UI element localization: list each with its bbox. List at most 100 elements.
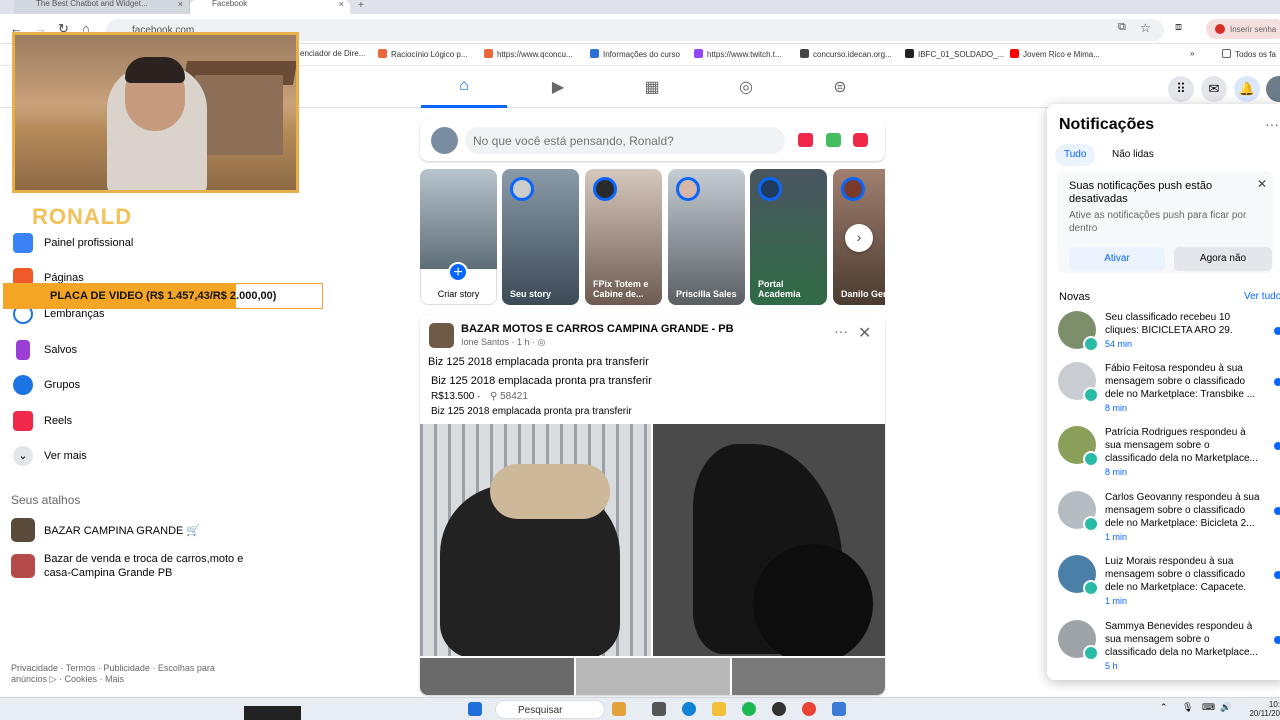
notification-item[interactable]: Carlos Geovanny respondeu à sua mensagem… (1058, 489, 1280, 549)
bookmark-item[interactable]: Informações do curso (590, 49, 680, 59)
story-card[interactable]: FPix Totem e Cabine de... (585, 169, 662, 305)
bookmark-star-icon[interactable]: ☆ (1140, 21, 1151, 35)
windows-taskbar: Pesquisar ⌃ 🎙 ⌨ 🔊 10: 20/11/20 (0, 697, 1280, 720)
sidebar-item-groups[interactable]: Grupos (11, 371, 241, 401)
story-card[interactable]: Priscilla Sales (668, 169, 745, 305)
tab-home[interactable]: ⌂ (421, 66, 507, 108)
password-prompt-button[interactable]: Inserir senha (1206, 19, 1280, 39)
story-card[interactable]: Portal Academia (750, 169, 827, 305)
group-avatar[interactable] (429, 323, 454, 348)
listing-title[interactable]: Biz 125 2018 emplacada pronta pra transf… (431, 375, 652, 387)
close-tab-icon[interactable]: × (178, 0, 183, 9)
story-label: Seu story (510, 289, 552, 299)
more-options-icon[interactable]: ··· (834, 323, 848, 339)
shortcut-item[interactable]: Bazar de venda e troca de carros,moto e … (11, 551, 243, 581)
shortcut-thumbnail (11, 518, 35, 542)
widgets-icon[interactable] (612, 702, 626, 716)
browser-tab-facebook[interactable]: Facebook × (190, 0, 350, 14)
calculator-icon[interactable] (832, 702, 846, 716)
footer-links[interactable]: Privacidade · Termos · Publicidade · Esc… (11, 663, 221, 685)
avatar[interactable] (431, 127, 458, 154)
story-label: Portal Academia (758, 279, 801, 299)
task-view-icon[interactable] (652, 702, 666, 716)
more-options-icon[interactable]: ··· (1265, 116, 1279, 132)
spotify-icon[interactable] (742, 702, 756, 716)
menu-button[interactable]: ⠿ (1168, 76, 1194, 102)
post-group-name[interactable]: BAZAR MOTOS E CARROS CAMPINA GRANDE - PB (461, 323, 734, 335)
close-tab-icon[interactable]: × (339, 0, 344, 9)
post-photo[interactable] (653, 424, 885, 656)
sidebar-item-reels[interactable]: Reels (11, 407, 241, 437)
sidebar-item-see-more[interactable]: ⌄ Ver mais (11, 442, 241, 472)
bookmark-label: Informações do curso (603, 50, 680, 59)
bookmark-item[interactable]: https://www.qconcu... (484, 49, 573, 59)
filter-unread-tab[interactable]: Não lidas (1103, 144, 1163, 166)
notification-item[interactable]: Fábio Feitosa respondeu à sua mensagem s… (1058, 360, 1280, 420)
new-section-heading: Novas (1059, 291, 1091, 303)
tab-groups[interactable]: ◎ (703, 66, 789, 108)
cast-icon[interactable]: ⧉ (1118, 21, 1126, 34)
post-composer (420, 119, 885, 161)
bookmark-item[interactable]: concurso.idecan.org... (800, 49, 892, 59)
bookmarks-overflow-icon[interactable]: » (1190, 49, 1194, 58)
post-photo[interactable] (420, 424, 651, 656)
grid-menu-icon: ⠿ (1176, 81, 1186, 96)
tab-gaming[interactable]: ⊜ (797, 66, 883, 108)
file-explorer-icon[interactable] (712, 702, 726, 716)
bookmark-item[interactable]: https://www.twitch.t... (694, 49, 782, 59)
extensions-icon[interactable]: ⧈ (1175, 21, 1182, 34)
status-input[interactable] (465, 127, 785, 154)
taskbar-clock[interactable]: 10: 20/11/20 (1240, 700, 1280, 718)
post-photo[interactable] (420, 658, 574, 695)
taskbar-search[interactable]: Pesquisar (495, 700, 605, 719)
new-tab-icon[interactable]: + (358, 0, 364, 11)
post-photo[interactable] (576, 658, 730, 695)
post-author-meta[interactable]: Ione Santos · 1 h · ◎ (461, 337, 545, 348)
tab-video[interactable]: ▶ (515, 66, 601, 108)
edge-icon[interactable] (682, 702, 696, 716)
avatar (676, 177, 700, 201)
notification-item[interactable]: Sammya Benevides respondeu à sua mensage… (1058, 618, 1280, 678)
tray-chevron-icon[interactable]: ⌃ (1160, 702, 1174, 716)
bookmark-item[interactable]: Raciocínio Lógico p... (378, 49, 468, 59)
sidebar-item-saved[interactable]: Salvos (11, 336, 241, 366)
location-pin-icon: ⚲ (490, 391, 501, 402)
tab-marketplace[interactable]: ▦ (609, 66, 695, 108)
unread-dot-icon (1274, 327, 1280, 335)
filter-all-tab[interactable]: Tudo (1055, 144, 1096, 166)
dismiss-push-button[interactable]: Agora não (1174, 247, 1272, 271)
live-video-icon[interactable] (798, 133, 813, 147)
app-icon[interactable] (772, 702, 786, 716)
password-prompt-label: Inserir senha (1230, 25, 1277, 34)
push-card-subtitle: Ative as notificações push para ficar po… (1069, 210, 1247, 234)
bookmark-favicon-icon (800, 49, 809, 58)
see-all-link[interactable]: Ver tudo (1244, 291, 1280, 302)
profile-avatar[interactable] (1266, 76, 1280, 102)
notification-item[interactable]: Patrícia Rodrigues respondeu à sua mensa… (1058, 424, 1280, 484)
chrome-icon[interactable] (802, 702, 816, 716)
messenger-button[interactable]: ✉ (1201, 76, 1227, 102)
volume-icon[interactable]: 🔊 (1220, 702, 1234, 716)
story-card[interactable]: Seu story (502, 169, 579, 305)
notification-item[interactable]: Luiz Morais respondeu à sua mensagem sob… (1058, 553, 1280, 613)
story-label: Priscilla Sales (676, 289, 737, 299)
story-create[interactable]: + Criar story (420, 169, 497, 305)
reel-icon[interactable] (853, 133, 868, 147)
stories-next-button[interactable]: › (845, 224, 873, 252)
microphone-icon[interactable]: 🎙 (1182, 702, 1196, 716)
photo-video-icon[interactable] (826, 133, 841, 147)
windows-start-icon[interactable] (468, 702, 482, 716)
all-bookmarks-folder[interactable]: Todos os fa (1222, 49, 1276, 59)
shortcut-item[interactable]: BAZAR CAMPINA GRANDE 🛒 (11, 518, 241, 544)
bookmark-item[interactable]: enciador de Dire... (300, 49, 365, 58)
post-photo[interactable] (732, 658, 885, 695)
browser-tab-chatbot[interactable]: The Best Chatbot and Widget... × (14, 0, 190, 14)
network-icon[interactable]: ⌨ (1202, 702, 1216, 716)
enable-push-button[interactable]: Ativar (1069, 247, 1165, 271)
bookmark-item[interactable]: IBFC_01_SOLDADO_... (905, 49, 1004, 59)
close-icon[interactable]: ✕ (858, 323, 871, 343)
bookmark-item[interactable]: Jovem Rico e Mima... (1010, 49, 1100, 59)
notifications-button[interactable]: 🔔 (1234, 76, 1260, 102)
webcam-overlay (12, 32, 299, 193)
close-icon[interactable]: ✕ (1257, 177, 1267, 191)
